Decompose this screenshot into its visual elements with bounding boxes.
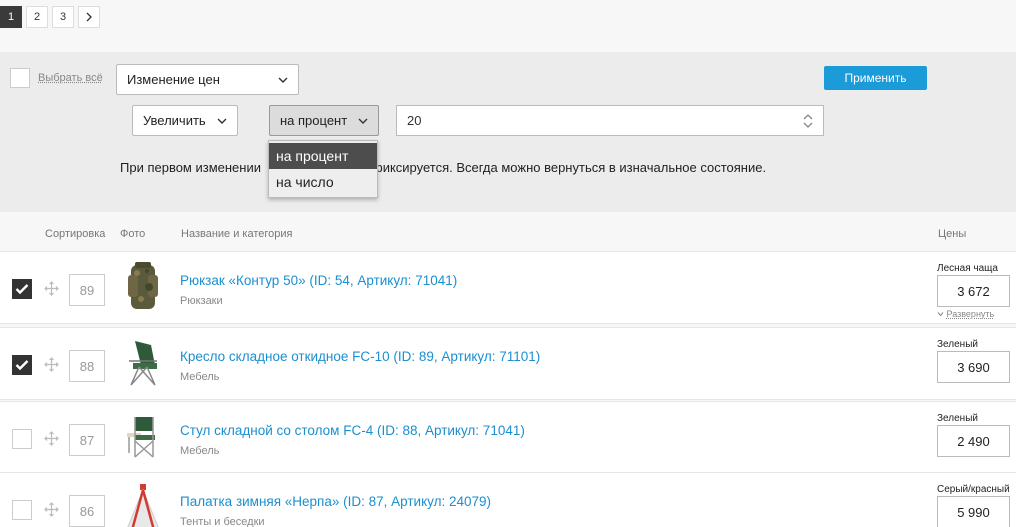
- header-prices: Цены: [938, 228, 967, 240]
- variant-label: Лесная чаща: [937, 263, 998, 274]
- mode-option-percent[interactable]: на процент: [269, 143, 377, 169]
- checkmark-icon: [15, 360, 29, 371]
- price-input[interactable]: 3 690: [937, 351, 1010, 383]
- chevron-right-icon: [86, 12, 92, 22]
- winter-tent-photo[interactable]: [121, 482, 165, 527]
- table-header: Сортировка Фото Название и категория Цен…: [0, 214, 1016, 250]
- header-photo: Фото: [120, 228, 146, 240]
- header-name[interactable]: Название и категория: [181, 228, 292, 240]
- drag-handle-icon[interactable]: [44, 502, 59, 517]
- chevron-down-icon: [278, 77, 288, 83]
- row-checkbox[interactable]: [12, 500, 32, 520]
- bulk-action-select[interactable]: Изменение цен: [116, 64, 299, 95]
- row-checkbox[interactable]: [12, 429, 32, 449]
- select-all-checkbox[interactable]: [10, 68, 30, 88]
- page-2-button[interactable]: 2: [26, 6, 48, 28]
- page-1-button[interactable]: 1: [0, 6, 22, 28]
- product-category: Рюкзаки: [180, 295, 223, 307]
- spinner-arrows-icon[interactable]: [801, 112, 815, 130]
- drag-handle-icon[interactable]: [44, 431, 59, 446]
- direction-select[interactable]: Увеличить: [132, 105, 238, 136]
- chevron-down-icon: [937, 312, 944, 317]
- mode-select[interactable]: на процент: [269, 105, 379, 136]
- variant-label: Зеленый: [937, 339, 978, 350]
- variant-label: Зеленый: [937, 413, 978, 424]
- pagination: 1 2 3: [0, 6, 100, 28]
- expand-link-label: Развернуть: [946, 309, 995, 319]
- mode-value: на процент: [280, 113, 348, 128]
- product-name-link[interactable]: Стул складной со столом FC-4 (ID: 88, Ар…: [180, 423, 525, 438]
- change-value-text: 20: [407, 113, 422, 128]
- drag-handle-icon[interactable]: [44, 281, 59, 296]
- variant-label: Серый/красный: [937, 484, 1010, 495]
- info-note-start: При первом изменении: [120, 160, 261, 175]
- next-page-button[interactable]: [78, 6, 100, 28]
- expand-variants-link[interactable]: Развернуть: [937, 309, 994, 319]
- chevron-down-icon: [217, 118, 227, 124]
- table-row: 87 Стул складной со столом FC-4 (ID: 88,…: [0, 401, 1016, 474]
- mode-dropdown-list: на процент на число: [268, 140, 378, 198]
- chair-with-table-photo[interactable]: [121, 411, 165, 463]
- sort-order-input[interactable]: 87: [69, 424, 105, 456]
- product-name-link[interactable]: Кресло складное откидное FC-10 (ID: 89, …: [180, 349, 540, 364]
- header-sort[interactable]: Сортировка: [45, 228, 105, 240]
- product-category: Мебель: [180, 371, 220, 383]
- sort-order-input[interactable]: 88: [69, 350, 105, 382]
- apply-button[interactable]: Применить: [824, 66, 927, 90]
- change-value-input[interactable]: 20: [396, 105, 824, 136]
- sort-order-input[interactable]: 86: [69, 495, 105, 527]
- table-row: 88 Кресло складное откидное FC-10 (ID: 8…: [0, 327, 1016, 400]
- direction-value: Увеличить: [143, 113, 206, 128]
- product-name-link[interactable]: Рюкзак «Контур 50» (ID: 54, Артикул: 710…: [180, 273, 457, 288]
- select-all-label[interactable]: Выбрать всё: [38, 72, 103, 84]
- bulk-action-value: Изменение цен: [127, 72, 220, 87]
- page-3-button[interactable]: 3: [52, 6, 74, 28]
- price-input[interactable]: 5 990: [937, 496, 1010, 527]
- price-input[interactable]: 3 672: [937, 275, 1010, 307]
- table-row: 89 Рюкзак «Контур 50» (ID: 54, Артикул: …: [0, 251, 1016, 324]
- backpack-photo[interactable]: [121, 261, 165, 313]
- price-input[interactable]: 2 490: [937, 425, 1010, 457]
- product-category: Тенты и беседки: [180, 516, 265, 527]
- checkmark-icon: [15, 284, 29, 295]
- drag-handle-icon[interactable]: [44, 357, 59, 372]
- folding-chair-photo[interactable]: [121, 337, 165, 389]
- product-name-link[interactable]: Палатка зимняя «Нерпа» (ID: 87, Артикул:…: [180, 494, 491, 509]
- row-checkbox[interactable]: [12, 355, 32, 375]
- row-checkbox[interactable]: [12, 279, 32, 299]
- sort-order-input[interactable]: 89: [69, 274, 105, 306]
- bulk-action-panel: Выбрать всё Изменение цен Применить Увел…: [0, 52, 1016, 212]
- product-category: Мебель: [180, 445, 220, 457]
- chevron-down-icon: [358, 118, 368, 124]
- info-note-end: фиксируется. Всегда можно вернуться в из…: [372, 160, 767, 175]
- table-row: 86 Палатка зимняя «Нерпа» (ID: 87, Артик…: [0, 472, 1016, 527]
- mode-option-number[interactable]: на число: [269, 169, 377, 195]
